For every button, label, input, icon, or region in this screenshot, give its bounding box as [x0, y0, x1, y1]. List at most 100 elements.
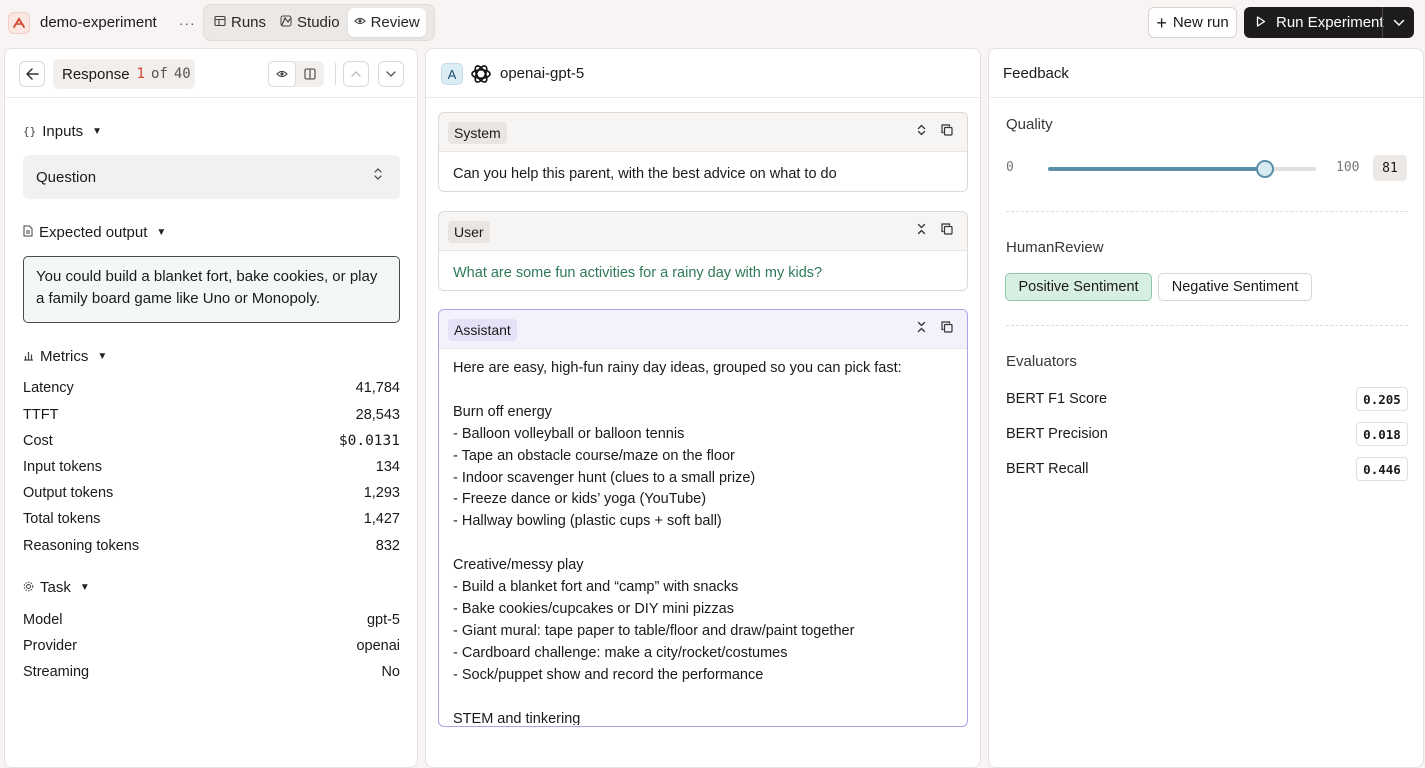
task-value: gpt-5: [366, 612, 400, 628]
metric-value: 1,427: [363, 511, 400, 527]
expected-output-section-toggle[interactable]: Expected output ▼: [23, 224, 166, 241]
of-label: of: [150, 66, 168, 82]
metric-label: Output tokens: [23, 485, 114, 501]
task-label: Model: [23, 612, 63, 628]
question-select[interactable]: Question: [23, 155, 400, 199]
chevron-up-icon: [351, 71, 361, 77]
task-value: openai: [356, 638, 400, 654]
evaluator-score: 0.446: [1356, 457, 1408, 481]
new-run-label: New run: [1172, 14, 1229, 31]
app-logo-icon: [8, 11, 30, 34]
response-label: Response: [62, 65, 130, 83]
metric-value: 41,784: [355, 380, 400, 396]
inputs-section-toggle[interactable]: {} Inputs ▼: [23, 123, 102, 140]
studio-icon: [280, 15, 292, 30]
project-switcher[interactable]: demo-experiment ···: [8, 11, 196, 34]
response-total: 40: [173, 66, 191, 82]
expected-output-title: Expected output: [39, 224, 148, 241]
metric-value: 1,293: [363, 485, 400, 501]
tab-review[interactable]: Review: [347, 8, 426, 37]
role-chip-user: User: [448, 221, 490, 243]
feedback-title: Feedback: [1003, 64, 1069, 82]
role-chip-assistant: Assistant: [448, 319, 517, 341]
evaluator-row-bert-precision: BERT Precision 0.018: [1006, 422, 1408, 446]
tab-studio[interactable]: Studio: [274, 8, 346, 37]
task-section-toggle[interactable]: Task ▼: [23, 579, 90, 596]
eye-icon: [353, 15, 366, 30]
metric-row-ttft: TTFT 28,543: [23, 407, 400, 423]
metric-row-cost: Cost $0.0131: [23, 433, 400, 449]
document-icon: [23, 225, 33, 240]
task-value: No: [381, 664, 400, 680]
task-label: Provider: [23, 638, 77, 654]
system-message: System Can you help this parent, with th…: [438, 112, 968, 192]
task-title: Task: [40, 579, 71, 596]
user-message-text: What are some fun activities for a rainy…: [453, 265, 823, 281]
run-experiment-button[interactable]: Run Experiment: [1244, 7, 1414, 38]
quality-value[interactable]: 81: [1373, 155, 1407, 181]
evaluator-label: BERT Recall: [1006, 461, 1089, 477]
evaluators-label: Evaluators: [1006, 353, 1077, 370]
metric-row-reasoning-tokens: Reasoning tokens 832: [23, 538, 400, 554]
copy-icon[interactable]: [941, 223, 953, 238]
positive-sentiment-button[interactable]: Positive Sentiment: [1005, 273, 1152, 301]
negative-sentiment-button[interactable]: Negative Sentiment: [1158, 273, 1312, 301]
metric-value: 832: [375, 538, 400, 554]
copy-icon[interactable]: [941, 124, 953, 139]
metrics-section-toggle[interactable]: Metrics ▼: [23, 348, 107, 365]
caret-down-icon: ▼: [79, 582, 90, 593]
back-button[interactable]: [19, 61, 45, 87]
assistant-message-header: Assistant: [439, 310, 967, 349]
collapse-icon[interactable]: [917, 321, 926, 336]
quality-slider[interactable]: [1048, 160, 1316, 178]
slider-fill: [1048, 167, 1266, 171]
expand-icon[interactable]: [917, 124, 926, 139]
question-select-value: Question: [36, 168, 97, 186]
previous-response-button[interactable]: [343, 61, 369, 87]
evaluator-row-bert-f1: BERT F1 Score 0.205: [1006, 387, 1408, 411]
more-options-icon[interactable]: ···: [179, 15, 196, 31]
metrics-title: Metrics: [40, 348, 89, 365]
inputs-title: Inputs: [42, 123, 84, 140]
gear-icon: [23, 581, 34, 595]
bar-chart-icon: [23, 350, 34, 364]
task-row-model: Model gpt-5: [23, 612, 400, 628]
divider: [1006, 211, 1408, 212]
tab-runs[interactable]: Runs: [208, 8, 272, 37]
openai-logo-icon: [469, 62, 493, 86]
divider: [335, 63, 336, 85]
collapse-icon[interactable]: [917, 223, 926, 238]
metric-label: Latency: [23, 380, 74, 396]
metric-label: TTFT: [23, 407, 59, 423]
metric-row-total-tokens: Total tokens 1,427: [23, 511, 400, 527]
expected-output-text: You could build a blanket fort, bake coo…: [23, 256, 400, 323]
role-chip-system: System: [448, 122, 507, 144]
split-view-icon[interactable]: [296, 61, 324, 87]
response-header: Response 1 of 40: [5, 49, 417, 98]
copy-icon[interactable]: [941, 321, 953, 336]
user-message: User What are some fun activities for a …: [438, 211, 968, 291]
chevron-down-icon: [386, 71, 396, 77]
nav-tabs: Runs Studio Review: [203, 4, 435, 41]
response-details-panel: Response 1 of 40 {} Inputs ▼ Question Ex…: [4, 48, 418, 768]
variant-badge: A: [441, 63, 463, 85]
run-options-dropdown[interactable]: [1382, 7, 1414, 38]
human-review-label: HumanReview: [1006, 239, 1104, 256]
metric-label: Reasoning tokens: [23, 538, 140, 554]
eye-view-icon[interactable]: [268, 61, 296, 87]
slider-thumb[interactable]: [1256, 160, 1275, 178]
new-run-button[interactable]: + New run: [1148, 7, 1237, 38]
tab-studio-label: Studio: [297, 14, 340, 31]
task-label: Streaming: [23, 664, 90, 680]
evaluator-label: BERT F1 Score: [1006, 391, 1108, 407]
slider-min-label: 0: [1006, 160, 1014, 175]
evaluator-score: 0.205: [1356, 387, 1408, 411]
evaluator-row-bert-recall: BERT Recall 0.446: [1006, 457, 1408, 481]
run-experiment-label: Run Experiment: [1276, 14, 1384, 31]
chevron-down-icon: [1393, 19, 1404, 26]
feedback-header: Feedback: [989, 49, 1423, 98]
caret-down-icon: ▼: [97, 351, 108, 362]
next-response-button[interactable]: [378, 61, 404, 87]
user-message-header: User: [439, 212, 967, 251]
evaluator-score: 0.018: [1356, 422, 1408, 446]
